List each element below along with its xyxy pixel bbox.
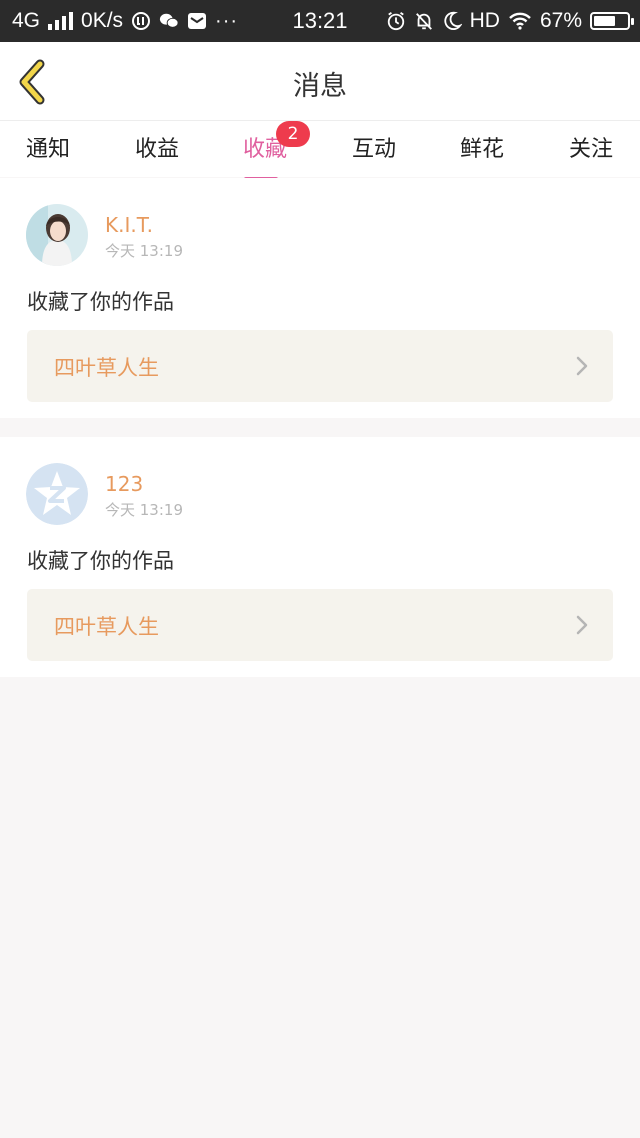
network-type: 4G (12, 9, 41, 32)
hd-label: HD (469, 9, 500, 32)
tab-favorites[interactable]: 收藏 2 (211, 121, 319, 181)
avatar[interactable] (26, 204, 88, 266)
work-link[interactable]: 四叶草人生 (27, 330, 613, 402)
mute-icon (415, 13, 432, 30)
status-right: HD 67% (386, 8, 634, 34)
work-title: 四叶草人生 (54, 615, 159, 639)
page-title: 消息 (293, 71, 347, 102)
message-time: 今天 13:19 (105, 501, 183, 519)
moon-icon (443, 11, 462, 30)
status-bar: 4G 0K/s ··· 13:21 HD 67% (0, 0, 640, 42)
alarm-icon (387, 12, 404, 31)
message-card: 123 今天 13:19 收藏了你的作品 四叶草人生 (0, 437, 640, 677)
chevron-right-icon (576, 615, 588, 635)
tab-label: 互动 (351, 137, 396, 162)
user-photo-avatar (26, 204, 88, 266)
tab-notifications[interactable]: 通知 (0, 131, 102, 163)
action-text: 收藏了你的作品 (27, 549, 174, 573)
tab-label: 鲜花 (459, 137, 504, 162)
work-link[interactable]: 四叶草人生 (27, 589, 613, 661)
battery-level (594, 16, 616, 26)
tab-label: 收益 (134, 137, 179, 162)
nav-header: 消息 (0, 42, 640, 121)
wifi-icon (509, 12, 531, 30)
work-title: 四叶草人生 (54, 356, 159, 380)
unread-badge: 2 (276, 121, 310, 147)
network-speed: 0K/s (81, 9, 124, 32)
action-text: 收藏了你的作品 (27, 290, 174, 314)
tab-interactions[interactable]: 互动 (320, 131, 428, 163)
data-saver-icon (132, 12, 151, 30)
tab-label: 通知 (25, 137, 70, 162)
chevron-right-icon (576, 356, 588, 376)
tab-flowers[interactable]: 鲜花 (428, 131, 536, 163)
user-name[interactable]: 123 (105, 472, 143, 496)
more-dots-icon: ··· (215, 9, 239, 32)
tab-bar: 通知 收益 收藏 2 互动 鲜花 关注 (0, 121, 640, 181)
avatar[interactable] (26, 463, 88, 525)
message-card: K.I.T. 今天 13:19 收藏了你的作品 四叶草人生 (0, 178, 640, 418)
default-avatar-icon (26, 463, 88, 525)
message-time: 今天 13:19 (105, 242, 183, 260)
mail-icon (188, 13, 207, 29)
signal-icon (48, 12, 74, 30)
user-name[interactable]: K.I.T. (105, 213, 153, 237)
wechat-icon (159, 13, 179, 28)
battery-icon (590, 12, 634, 30)
battery-percent: 67% (539, 9, 582, 32)
tab-follows[interactable]: 关注 (537, 131, 640, 163)
status-left: 4G 0K/s ··· (12, 9, 238, 33)
tab-earnings[interactable]: 收益 (103, 131, 211, 163)
tab-label: 关注 (568, 137, 613, 162)
